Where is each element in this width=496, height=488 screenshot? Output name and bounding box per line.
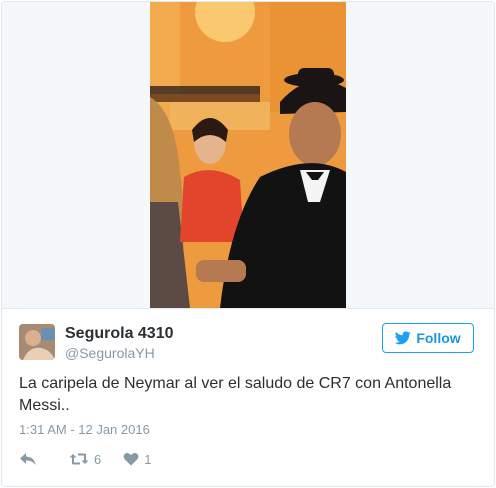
follow-label: Follow — [416, 330, 461, 346]
tweet-media[interactable] — [2, 2, 494, 309]
reply-icon — [20, 453, 36, 465]
tweet-photo[interactable] — [150, 2, 346, 308]
twitter-bird-icon — [395, 331, 412, 345]
tweet-timestamp[interactable]: 1:31 AM - 12 Jan 2016 — [19, 422, 150, 437]
like-count: 1 — [144, 451, 152, 467]
display-name[interactable]: Segurola 4310 — [65, 325, 174, 343]
retweet-count: 6 — [94, 451, 102, 467]
user-handle[interactable]: @SegurolaYH — [65, 345, 155, 361]
retweet-icon — [69, 453, 89, 465]
tweet-actions: 6 1 — [19, 450, 169, 468]
heart-icon — [123, 452, 139, 466]
reply-button[interactable] — [19, 452, 37, 466]
tweet-text-line: Messi.. — [19, 397, 70, 414]
tweet-text: La caripela de Neymar al ver el saludo d… — [19, 373, 479, 417]
follow-button[interactable]: Follow — [382, 323, 474, 353]
photo-illustration — [150, 2, 346, 308]
avatar[interactable] — [19, 324, 55, 360]
retweet-button[interactable]: 6 — [69, 452, 101, 467]
tweet-author: Segurola 4310 @SegurolaYH Follow — [19, 323, 479, 363]
embedded-tweet-card: Segurola 4310 @SegurolaYH Follow La cari… — [1, 1, 495, 487]
tweet-text-line: La caripela de Neymar al ver el saludo d… — [19, 375, 452, 392]
like-button[interactable]: 1 — [123, 452, 151, 467]
